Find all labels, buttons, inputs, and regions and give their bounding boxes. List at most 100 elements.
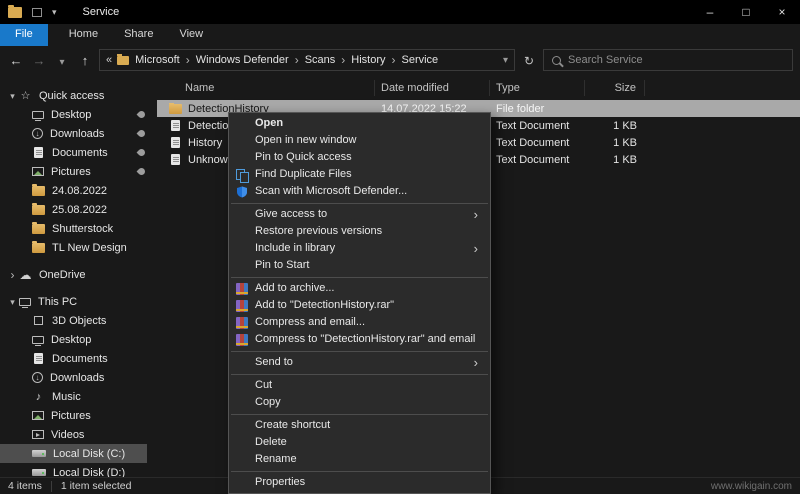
sidebar-item-quick-access[interactable]: Quick access	[0, 86, 157, 105]
menu-item-add-to-archive[interactable]: Add to archive...	[229, 280, 490, 297]
chevron-down-icon[interactable]	[6, 296, 19, 308]
sidebar-item-label: 25.08.2022	[52, 203, 108, 216]
tab-file[interactable]: File	[0, 24, 48, 46]
winrar-icon	[236, 333, 248, 346]
menu-item-pin-to-quick-access[interactable]: Pin to Quick access	[229, 149, 490, 166]
sidebar-item-downloads[interactable]: Downloads	[0, 124, 157, 143]
back-icon[interactable]	[7, 53, 25, 68]
search-placeholder: Search Service	[568, 54, 643, 66]
explorer-app-icon[interactable]	[8, 4, 22, 18]
sidebar-item-local-disk-d[interactable]: Local Disk (D:)	[0, 463, 157, 477]
ribbon-tab-bar: File Home Share View	[0, 24, 800, 46]
watermark: www.wikigain.com	[710, 480, 792, 492]
menu-item-restore-previous-versions[interactable]: Restore previous versions	[229, 223, 490, 240]
cube-icon	[34, 316, 43, 325]
menu-item-compress-to-rar-and-email[interactable]: Compress to "DetectionHistory.rar" and e…	[229, 331, 490, 348]
menu-item-pin-to-start[interactable]: Pin to Start	[229, 257, 490, 274]
menu-item-find-duplicate-files[interactable]: Find Duplicate Files	[229, 166, 490, 183]
address-bar: « Microsoft Windows Defender Scans Histo…	[0, 46, 800, 74]
breadcrumb[interactable]: « Microsoft Windows Defender Scans Histo…	[99, 49, 515, 71]
refresh-icon[interactable]	[520, 53, 538, 68]
sidebar-item-shutterstock[interactable]: Shutterstock	[0, 219, 157, 238]
crumb-service[interactable]: Service	[402, 54, 439, 66]
menu-item-open[interactable]: Open	[229, 115, 490, 132]
menu-item-add-to-detectionhistory-rar[interactable]: Add to "DetectionHistory.rar"	[229, 297, 490, 314]
sidebar-item-label: Videos	[51, 428, 85, 441]
tab-share[interactable]: Share	[111, 24, 166, 46]
sidebar-item-3d-objects[interactable]: 3D Objects	[0, 311, 157, 330]
address-history-chevron-icon[interactable]	[503, 54, 508, 66]
sidebar-item-desktop[interactable]: Desktop	[0, 105, 157, 124]
menu-item-delete[interactable]: Delete	[229, 434, 490, 451]
sidebar-item-25-08-2022[interactable]: 25.08.2022	[0, 200, 157, 219]
sidebar-item-pictures[interactable]: Pictures	[0, 162, 157, 181]
text-document-icon	[171, 137, 180, 148]
customize-toolbar-chevron-icon[interactable]	[52, 6, 57, 18]
sidebar-item-documents[interactable]: Documents	[0, 143, 157, 162]
menu-item-compress-and-email[interactable]: Compress and email...	[229, 314, 490, 331]
maximize-button[interactable]: □	[728, 0, 764, 24]
recent-locations-chevron-icon[interactable]	[53, 53, 71, 68]
menu-item-cut[interactable]: Cut	[229, 377, 490, 394]
menu-item-create-shortcut[interactable]: Create shortcut	[229, 417, 490, 434]
tab-view[interactable]: View	[166, 24, 216, 46]
forward-icon[interactable]	[30, 53, 48, 68]
document-icon	[34, 353, 43, 364]
menu-item-send-to[interactable]: Send to	[229, 354, 490, 371]
breadcrumb-separator-icon[interactable]	[180, 53, 196, 67]
file-size: 1 KB	[613, 153, 637, 166]
winrar-icon	[236, 316, 248, 329]
minimize-button[interactable]: –	[692, 0, 728, 24]
sidebar-item-this-pc[interactable]: This PC	[0, 292, 157, 311]
breadcrumb-separator-icon[interactable]	[386, 53, 402, 67]
menu-item-rename[interactable]: Rename	[229, 451, 490, 468]
folder-icon	[32, 183, 45, 196]
file-type: File folder	[496, 102, 545, 115]
column-header-name[interactable]: Name	[157, 80, 375, 96]
menu-item-give-access-to[interactable]: Give access to	[229, 206, 490, 223]
sidebar-item-documents-pc[interactable]: Documents	[0, 349, 157, 368]
duplicate-files-icon	[236, 168, 249, 183]
menu-item-scan-with-microsoft-defender[interactable]: Scan with Microsoft Defender...	[229, 183, 490, 200]
folder-icon	[32, 202, 45, 215]
sidebar-item-label: Pictures	[51, 409, 91, 422]
column-header-type[interactable]: Type	[490, 80, 585, 96]
film-icon	[32, 430, 44, 439]
breadcrumb-separator-icon[interactable]	[289, 53, 305, 67]
tab-home[interactable]: Home	[56, 24, 111, 46]
file-size: 1 KB	[613, 136, 637, 149]
search-input[interactable]: Search Service	[543, 49, 793, 71]
crumb-scans[interactable]: Scans	[305, 54, 336, 66]
sidebar-item-downloads-pc[interactable]: Downloads	[0, 368, 157, 387]
menu-item-include-in-library[interactable]: Include in library	[229, 240, 490, 257]
sidebar-item-24-08-2022[interactable]: 24.08.2022	[0, 181, 157, 200]
sidebar-item-pictures-pc[interactable]: Pictures	[0, 406, 157, 425]
up-icon[interactable]	[76, 53, 94, 68]
menu-item-properties[interactable]: Properties	[229, 474, 490, 491]
sidebar-item-onedrive[interactable]: OneDrive	[0, 265, 157, 284]
sidebar-item-music[interactable]: Music	[0, 387, 157, 406]
menu-item-open-in-new-window[interactable]: Open in new window	[229, 132, 490, 149]
menu-item-copy[interactable]: Copy	[229, 394, 490, 411]
sidebar-item-tl-new-design[interactable]: TL New Design	[0, 238, 157, 257]
sidebar-item-videos[interactable]: Videos	[0, 425, 157, 444]
column-header-size[interactable]: Size	[585, 80, 645, 96]
column-header-date-modified[interactable]: Date modified	[375, 80, 490, 96]
crumb-windows-defender[interactable]: Windows Defender	[196, 54, 289, 66]
navigation-pane: Quick access Desktop Downloads Documents…	[0, 74, 157, 477]
file-type: Text Document	[496, 136, 570, 149]
chevron-down-icon[interactable]	[6, 90, 19, 102]
title-bar: Service – □ ×	[0, 0, 800, 24]
chevron-right-icon[interactable]	[6, 268, 19, 282]
close-button[interactable]: ×	[764, 0, 800, 24]
crumb-microsoft[interactable]: Microsoft	[135, 54, 180, 66]
crumb-history[interactable]: History	[351, 54, 385, 66]
text-document-icon	[171, 154, 180, 165]
breadcrumb-separator-icon[interactable]	[335, 53, 351, 67]
pictures-icon	[32, 167, 44, 176]
folder-properties-icon[interactable]	[32, 7, 42, 17]
sidebar-item-desktop-pc[interactable]: Desktop	[0, 330, 157, 349]
drive-icon	[32, 450, 46, 457]
sidebar-item-local-disk-c[interactable]: Local Disk (C:)	[0, 444, 147, 463]
breadcrumb-overflow[interactable]: «	[106, 54, 112, 66]
